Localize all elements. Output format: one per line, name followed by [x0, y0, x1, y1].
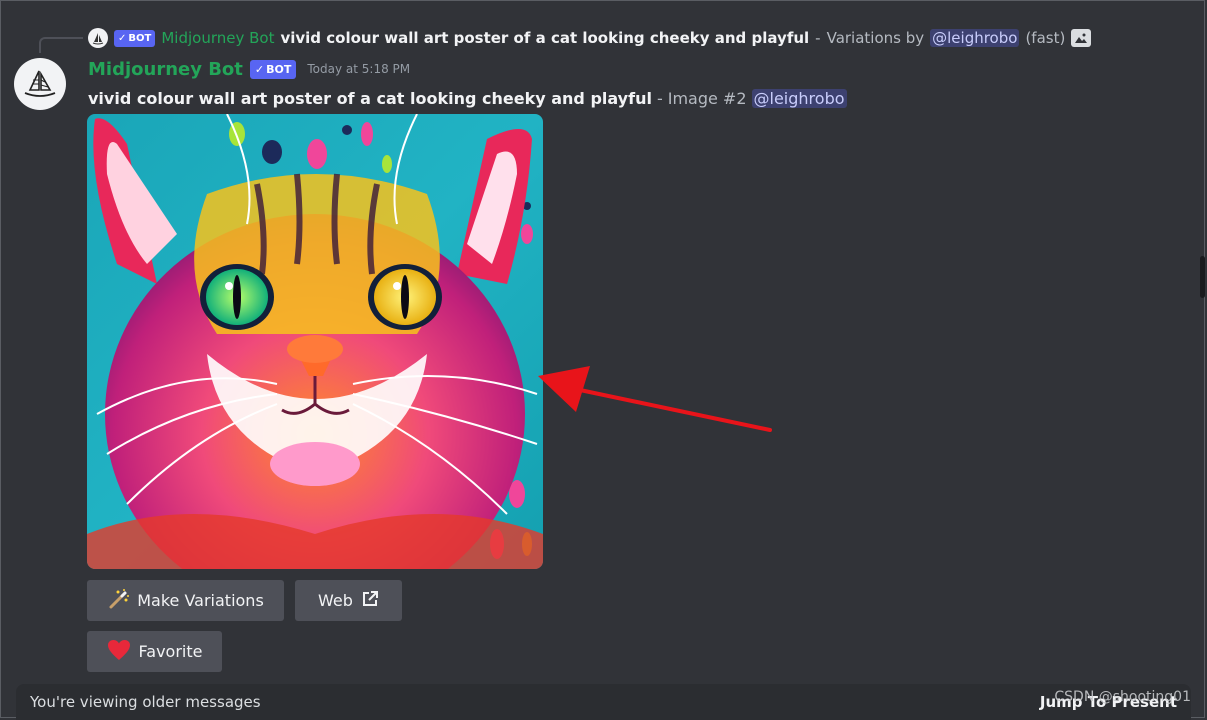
message-timestamp[interactable]: Today at 5:18 PM	[307, 62, 410, 76]
reply-variations-by: Variations by	[826, 29, 925, 47]
make-variations-button[interactable]: Make Variations	[87, 580, 284, 621]
scrollbar-thumb[interactable]	[1200, 256, 1205, 298]
message-separator: -	[656, 88, 663, 108]
message-content: vivid colour wall art poster of a cat lo…	[88, 86, 847, 110]
reply-separator: -	[815, 29, 821, 47]
reply-prompt[interactable]: vivid colour wall art poster of a cat lo…	[280, 29, 809, 47]
web-button[interactable]: Web	[295, 580, 402, 621]
favorite-label: Favorite	[138, 642, 203, 661]
heart-icon	[107, 639, 131, 665]
reply-mode: (fast)	[1025, 29, 1066, 47]
reply-mention[interactable]: @leighrobo	[930, 29, 1020, 47]
web-label: Web	[318, 591, 353, 610]
annotation-arrow	[538, 366, 772, 432]
make-variations-label: Make Variations	[137, 591, 264, 610]
reply-bot-tag: ✓ BOT	[114, 29, 156, 47]
author-name[interactable]: Midjourney Bot	[88, 59, 243, 80]
external-link-icon	[361, 590, 379, 612]
image-attachment-icon[interactable]	[1071, 29, 1092, 47]
reply-reference[interactable]: ✓ BOT Midjourney Bot vivid colour wall a…	[88, 27, 1092, 49]
generated-cat-image[interactable]	[87, 114, 543, 569]
author-avatar[interactable]	[14, 58, 66, 110]
message-header: Midjourney Bot ✓ BOT Today at 5:18 PM	[88, 56, 410, 82]
message-prompt: vivid colour wall art poster of a cat lo…	[88, 88, 652, 108]
reply-bot-name[interactable]: Midjourney Bot	[161, 29, 274, 47]
message-mention[interactable]: @leighrobo	[751, 88, 847, 108]
older-messages-bar: You're viewing older messages Jump To Pr…	[16, 684, 1191, 720]
bot-tag: ✓ BOT	[249, 59, 297, 79]
reply-avatar-icon[interactable]	[88, 28, 108, 48]
older-messages-text: You're viewing older messages	[30, 693, 261, 711]
image-label: Image #2	[667, 88, 747, 108]
favorite-button[interactable]: Favorite	[87, 631, 222, 672]
watermark: CSDN @shooting01	[1054, 689, 1191, 705]
sailboat-icon	[24, 70, 56, 97]
magic-wand-icon	[107, 588, 130, 614]
reply-connector	[39, 37, 83, 53]
